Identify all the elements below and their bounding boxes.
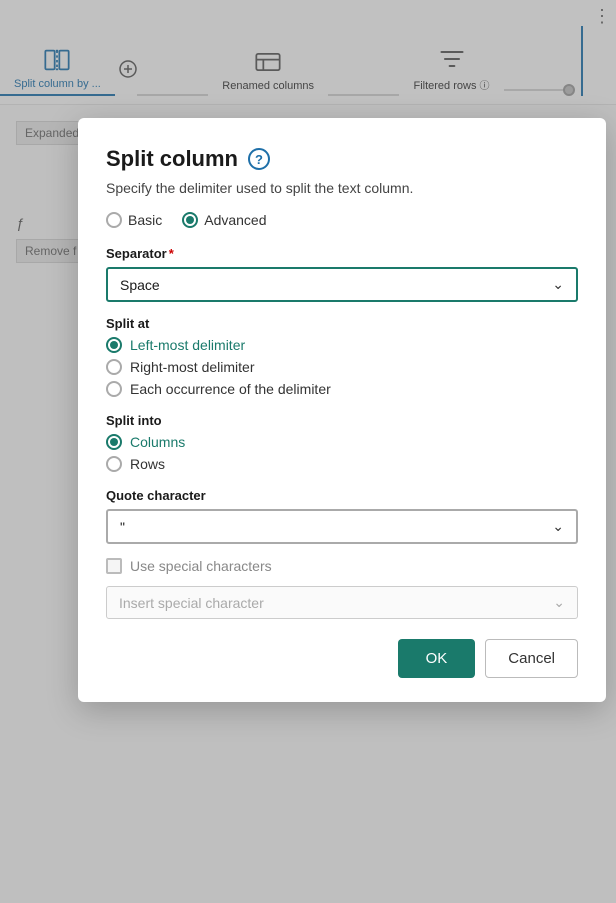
quote-char-dropdown-arrow: ⌄ (552, 518, 564, 535)
use-special-row[interactable]: Use special characters (106, 558, 578, 574)
quote-char-label: Quote character (106, 488, 578, 503)
use-special-checkbox[interactable] (106, 558, 122, 574)
basic-radio[interactable] (106, 212, 122, 228)
split-at-section: Split at Left-most delimiter Right-most … (106, 316, 578, 397)
split-at-rightmost[interactable]: Right-most delimiter (106, 359, 578, 375)
split-at-each[interactable]: Each occurrence of the delimiter (106, 381, 578, 397)
cancel-button[interactable]: Cancel (485, 639, 578, 678)
separator-dropdown[interactable]: Space ⌄ (106, 267, 578, 302)
split-into-section: Split into Columns Rows (106, 413, 578, 472)
advanced-radio-label[interactable]: Advanced (182, 212, 266, 228)
basic-radio-label[interactable]: Basic (106, 212, 162, 228)
split-at-label: Split at (106, 316, 578, 331)
quote-char-section: Quote character " ⌄ (106, 488, 578, 544)
rows-radio[interactable] (106, 456, 122, 472)
separator-dropdown-arrow: ⌄ (552, 276, 564, 293)
leftmost-radio[interactable] (106, 337, 122, 353)
split-into-columns[interactable]: Columns (106, 434, 578, 450)
split-at-leftmost[interactable]: Left-most delimiter (106, 337, 578, 353)
mode-radio-row: Basic Advanced (106, 212, 578, 228)
advanced-radio[interactable] (182, 212, 198, 228)
modal-buttons: OK Cancel (106, 639, 578, 678)
split-column-modal: Split column ? Specify the delimiter use… (78, 118, 606, 702)
modal-header: Split column ? (106, 146, 578, 172)
columns-radio[interactable] (106, 434, 122, 450)
each-radio[interactable] (106, 381, 122, 397)
split-into-label: Split into (106, 413, 578, 428)
help-icon[interactable]: ? (248, 148, 270, 170)
quote-char-dropdown[interactable]: " ⌄ (106, 509, 578, 544)
rightmost-radio[interactable] (106, 359, 122, 375)
split-into-rows[interactable]: Rows (106, 456, 578, 472)
modal-title: Split column (106, 146, 238, 172)
insert-special-dropdown: Insert special character ⌄ (106, 586, 578, 619)
insert-special-arrow: ⌄ (553, 594, 565, 611)
modal-subtitle: Specify the delimiter used to split the … (106, 180, 578, 196)
ok-button[interactable]: OK (398, 639, 476, 678)
separator-label: Separator* (106, 246, 578, 261)
